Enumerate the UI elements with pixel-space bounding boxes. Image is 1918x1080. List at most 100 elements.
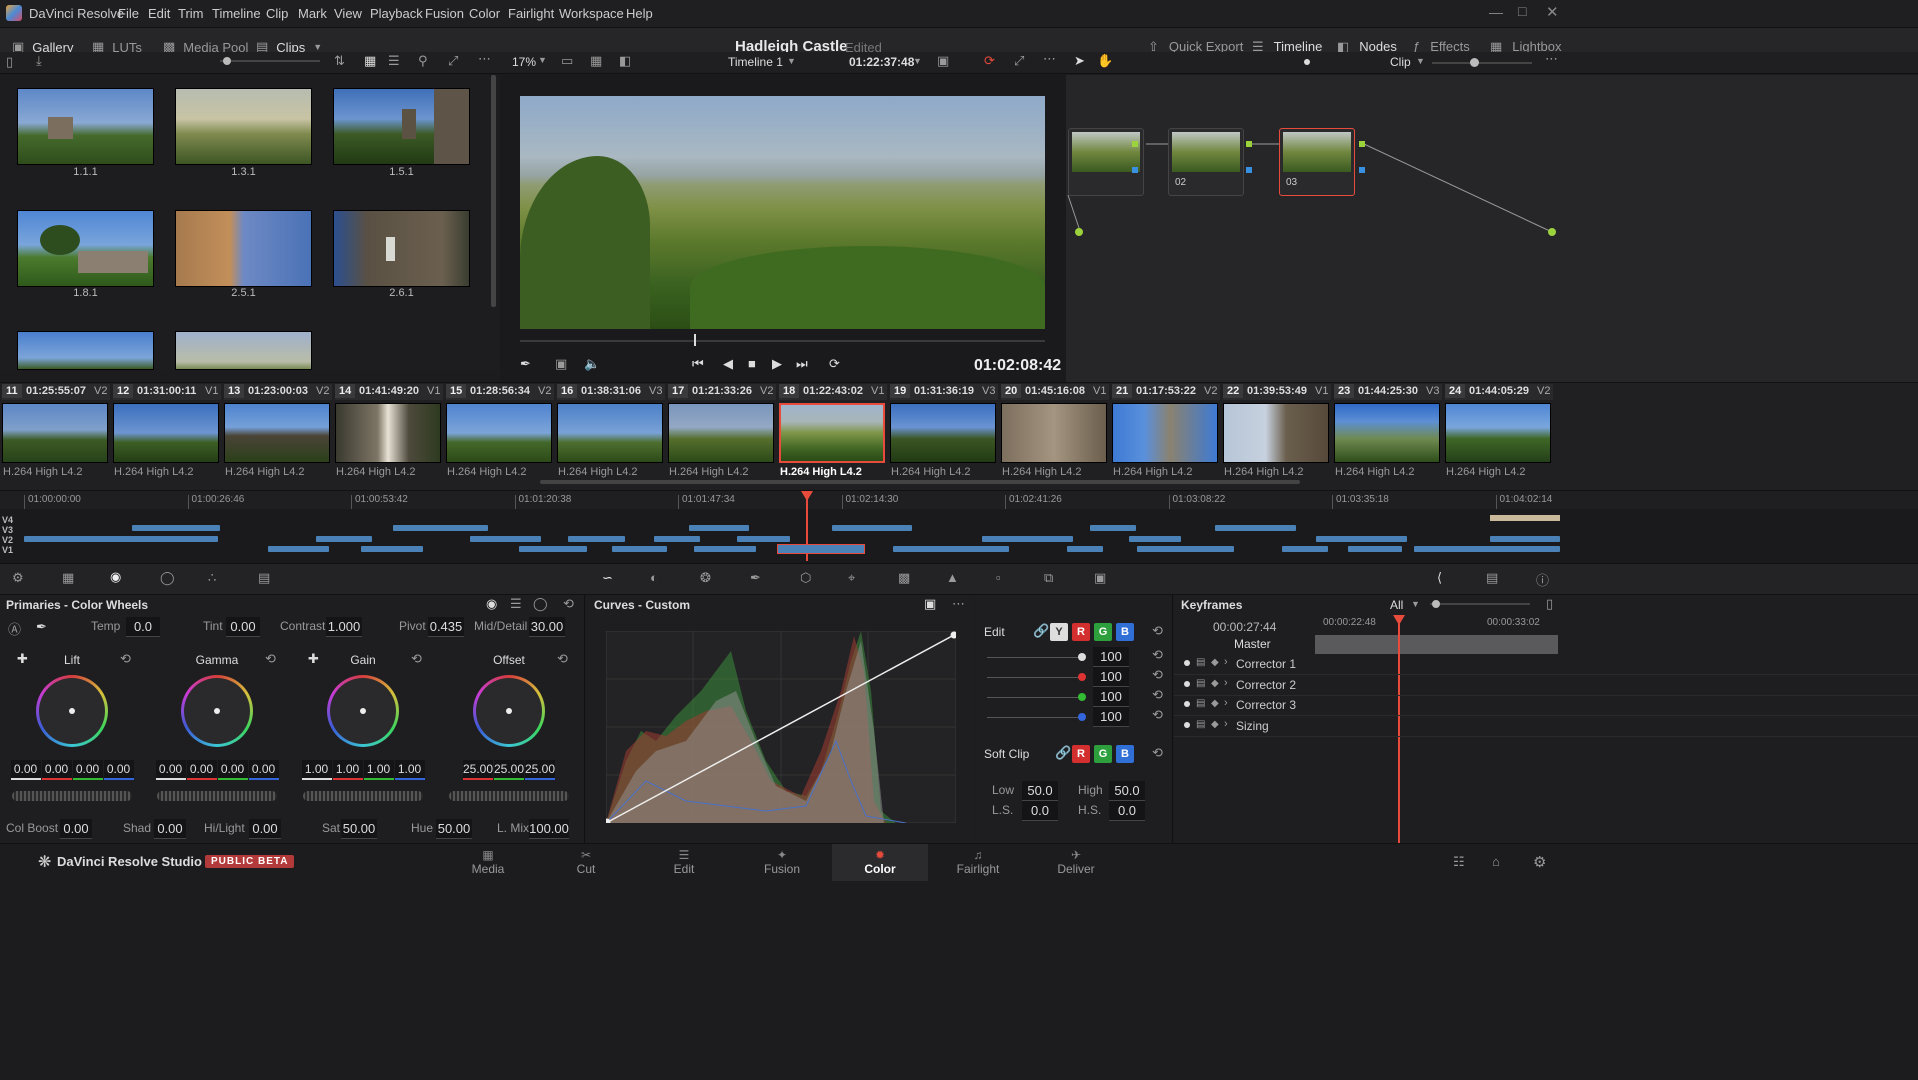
3d-icon[interactable]: ▣	[1094, 570, 1106, 586]
viewer-image[interactable]	[520, 96, 1045, 329]
intensity-handle[interactable]	[1078, 673, 1086, 681]
loop-icon[interactable]: ⟳	[829, 356, 840, 372]
crosshair-picker-icon[interactable]: ✚	[308, 651, 319, 667]
sidebar-toggle-icon[interactable]: ▯	[6, 54, 13, 70]
softclip-g-toggle[interactable]: G	[1094, 745, 1112, 763]
timeline-clip[interactable]	[982, 536, 1073, 542]
clip-strip-scrollbar[interactable]	[540, 480, 1300, 484]
timeline-clip[interactable]	[612, 546, 667, 552]
color-wheels-icon[interactable]: ◉	[110, 569, 121, 585]
menu-fusion[interactable]: Fusion	[425, 6, 464, 21]
gallery-scrollbar[interactable]	[491, 75, 496, 307]
timeline-clip[interactable]	[654, 536, 700, 542]
wheel-value-field[interactable]: 1.00	[332, 760, 363, 780]
keyframe-diamond-icon[interactable]: ◆	[1211, 678, 1219, 689]
project-manager-icon[interactable]: ☷	[1453, 854, 1465, 870]
enable-dot-icon[interactable]	[1184, 660, 1190, 666]
r-channel-toggle[interactable]: R	[1072, 623, 1090, 641]
timeline-clip[interactable]	[832, 525, 912, 531]
reset-icon[interactable]: ⟲	[1152, 707, 1163, 723]
wheel-value-field[interactable]: 1.00	[301, 760, 332, 780]
wheel-value-field[interactable]: 0.00	[41, 760, 72, 780]
curve-mode-icon[interactable]: ▣	[924, 596, 936, 612]
timeline-clip[interactable]	[1414, 546, 1560, 552]
clip-mode-selector[interactable]: Clip	[1390, 55, 1411, 69]
timeline-clip[interactable]	[568, 536, 625, 542]
intensity-field[interactable]: 100	[1093, 707, 1129, 727]
more-options-icon[interactable]: ⋯	[1545, 51, 1558, 67]
hand-icon[interactable]: ✋	[1097, 53, 1113, 69]
clip-thumbnail[interactable]	[2, 403, 108, 463]
high-field[interactable]: 50.0	[1109, 781, 1145, 801]
clip-thumbnail[interactable]	[1445, 403, 1551, 463]
master-wheel-jog[interactable]	[449, 791, 569, 801]
menu-mark[interactable]: Mark	[298, 6, 327, 21]
curves-icon[interactable]: ∽	[602, 570, 613, 586]
lmix-field[interactable]: 100.00	[529, 819, 569, 839]
keyframe-diamond-icon[interactable]: ◆	[1211, 657, 1219, 668]
reset-icon[interactable]: ⟲	[265, 651, 276, 667]
reset-icon[interactable]: ⟲	[120, 651, 131, 667]
viewer-mode-icon[interactable]: ▭	[561, 53, 573, 69]
reset-icon[interactable]: ⟲	[563, 596, 574, 612]
wheel-value-field[interactable]: 0.00	[72, 760, 103, 780]
selected-timeline-clip[interactable]	[777, 544, 865, 554]
volume-icon[interactable]: 🔈	[584, 356, 600, 372]
menu-file[interactable]: File	[118, 6, 139, 21]
lock-icon[interactable]: ▤	[1196, 657, 1205, 668]
clip-thumbnail[interactable]	[668, 403, 774, 463]
gallery-still[interactable]	[333, 88, 470, 165]
intensity-handle[interactable]	[1078, 693, 1086, 701]
color-warper-icon[interactable]: ◐	[650, 570, 658, 585]
master-wheel-jog[interactable]	[12, 791, 132, 801]
hilight-field[interactable]: 0.00	[249, 819, 281, 839]
page-tab-color[interactable]: ✹ Color	[832, 844, 928, 881]
eyedropper-icon[interactable]: ✒	[750, 570, 761, 586]
link-icon[interactable]: 🔗	[1033, 623, 1049, 639]
master-wheel-jog[interactable]	[303, 791, 423, 801]
search-icon[interactable]: ⚲	[418, 53, 428, 69]
list-view-icon[interactable]: ☰	[388, 53, 400, 69]
window-icon[interactable]: ⬡	[800, 570, 811, 586]
blur-icon[interactable]: ▲	[946, 570, 959, 585]
clip-thumbnail[interactable]	[446, 403, 552, 463]
clip-thumbnail[interactable]	[1223, 403, 1329, 463]
go-to-start-icon[interactable]: ⏮	[692, 356, 704, 372]
middetail-field[interactable]: 30.00	[529, 617, 565, 637]
keyframe-diamond-icon[interactable]: ◆	[1211, 698, 1219, 709]
reset-icon[interactable]: ⟲	[1152, 687, 1163, 703]
menu-workspace[interactable]: Workspace	[559, 6, 624, 21]
wheel-value-field[interactable]: 0.00	[103, 760, 134, 780]
menu-trim[interactable]: Trim	[178, 6, 204, 21]
gallery-zoom-handle[interactable]	[223, 57, 231, 65]
node-zoom-slider[interactable]	[1432, 62, 1532, 64]
link-icon[interactable]: 🔗	[1055, 745, 1071, 761]
keyframe-diamond-icon[interactable]: ◆	[1211, 719, 1219, 730]
reset-icon[interactable]: ⟲	[411, 651, 422, 667]
more-options-icon[interactable]: ⋯	[478, 51, 491, 67]
reset-icon[interactable]: ⟲	[557, 651, 568, 667]
maximize-icon[interactable]: □	[1518, 3, 1526, 19]
temp-field[interactable]: 0.0	[126, 617, 160, 637]
scopes-icon[interactable]: ▤	[1486, 570, 1498, 586]
wheel-value-field[interactable]: 0.00	[10, 760, 41, 780]
timeline-clip[interactable]	[519, 546, 587, 552]
intensity-slider[interactable]	[987, 697, 1083, 698]
timeline-clip[interactable]	[1215, 525, 1296, 531]
fullscreen-icon[interactable]: ⤢	[1014, 53, 1024, 69]
timeline-clip[interactable]	[316, 536, 372, 542]
timeline-clip[interactable]	[393, 525, 488, 531]
auto-balance-icon[interactable]: Ⓐ	[8, 619, 21, 638]
eyedropper-icon[interactable]: ✒	[520, 356, 531, 372]
timeline-clip[interactable]	[1490, 515, 1560, 521]
reset-icon[interactable]: ⟲	[1152, 745, 1163, 761]
master-wheel-jog[interactable]	[157, 791, 277, 801]
monitor-icon[interactable]: ▣	[937, 53, 949, 69]
color-wheel[interactable]	[36, 675, 108, 747]
viewer-playhead[interactable]	[694, 334, 696, 346]
pivot-field[interactable]: 0.435	[428, 617, 464, 637]
menu-playback[interactable]: Playback	[370, 6, 423, 21]
grid-view-icon[interactable]: ▦	[364, 53, 376, 69]
gallery-zoom-slider[interactable]	[220, 60, 320, 62]
wipe-icon[interactable]: ◧	[619, 53, 631, 69]
